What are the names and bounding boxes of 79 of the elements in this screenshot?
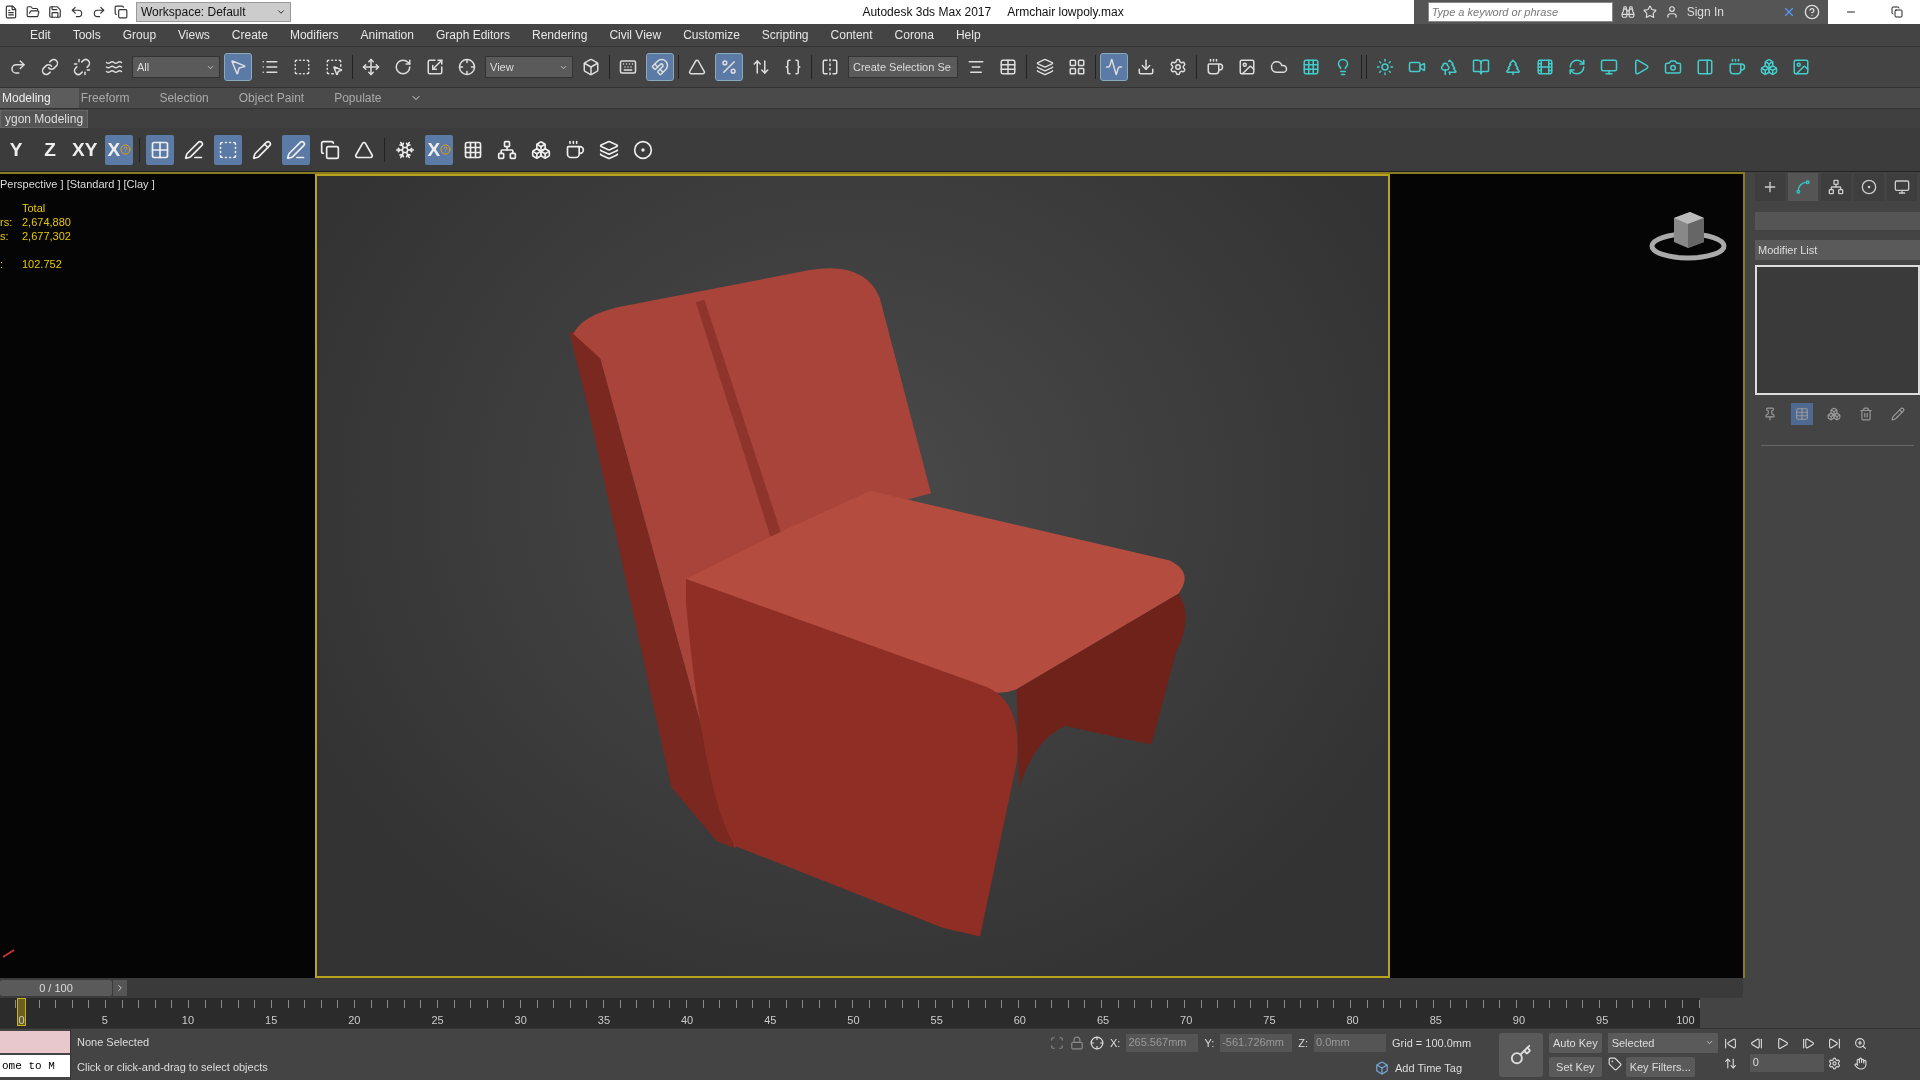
frame-field[interactable]: 0 <box>1749 1054 1824 1072</box>
listener-field[interactable]: ome to M <box>0 1055 70 1077</box>
ribbon-tab[interactable]: Modeling <box>0 88 79 108</box>
frame-number: 90 <box>1511 1014 1527 1026</box>
frame-number: 60 <box>1012 1014 1027 1026</box>
track-bar[interactable]: 0 5 10 15 20 25 30 35 40 45 50 55 60 65 70 75 80 85 90 95 100 <box>0 998 1700 1028</box>
coord-label: Y: <box>1204 1036 1215 1049</box>
grid-size: Grid = 100.0mm <box>1392 1036 1472 1049</box>
modifier-list-dropdown[interactable]: Modifier List <box>1755 240 1920 260</box>
menu-item[interactable]: Views <box>168 28 222 42</box>
frame-number: 25 <box>430 1014 445 1026</box>
frame-number: 75 <box>1262 1014 1277 1026</box>
frame-number: 70 <box>1179 1014 1194 1026</box>
frame-number: 65 <box>1095 1014 1111 1026</box>
ribbon-tab[interactable]: Freeform <box>78 88 158 108</box>
frame-number: 45 <box>763 1014 778 1026</box>
prompt-text: Click or click-and-drag to select objects <box>77 1061 269 1074</box>
toolbar-dropdown[interactable]: View <box>485 56 573 78</box>
add-time-tag[interactable]: Add Time Tag <box>1395 1062 1463 1075</box>
menu-item[interactable]: Civil View <box>599 28 674 42</box>
auto-key-button[interactable]: Auto Key <box>1549 1032 1602 1053</box>
frame-number: 50 <box>846 1014 861 1026</box>
frame-number: 0 <box>17 1014 26 1026</box>
stat-label: : <box>0 258 5 270</box>
toolbar-dropdown[interactable]: Create Selection Se <box>848 56 958 78</box>
menu-item[interactable]: Modifiers <box>279 28 351 42</box>
menu-item[interactable]: Rendering <box>522 28 600 42</box>
menu-item[interactable]: Customize <box>673 28 752 42</box>
frame-number: 85 <box>1428 1014 1443 1026</box>
axis-button[interactable]: X <box>105 134 134 165</box>
frame-number: 15 <box>264 1014 279 1026</box>
frame-number: 55 <box>929 1014 944 1026</box>
menu-item[interactable]: Corona <box>884 28 946 42</box>
sign-in-link[interactable]: Sign In <box>1686 5 1724 19</box>
search-field[interactable]: Type a keyword or phrase <box>1427 2 1613 22</box>
menu-item[interactable]: Group <box>112 28 169 42</box>
menu-item[interactable]: Help <box>945 28 993 42</box>
ribbon-panel-title[interactable]: ygon Modeling <box>0 109 89 128</box>
frame-number: 5 <box>100 1014 109 1026</box>
axis-button[interactable]: X <box>425 134 454 165</box>
workspace-dropdown[interactable]: Workspace: Default <box>136 2 291 22</box>
menu-item[interactable]: Tools <box>62 28 113 42</box>
app-title: Autodesk 3ds Max 2017 <box>862 5 992 19</box>
stat-value: 2,677,302 <box>22 230 72 242</box>
stat-label: rs: <box>0 216 14 228</box>
frame-number: 80 <box>1345 1014 1360 1026</box>
file-title: Armchair lowpoly.max <box>1007 5 1124 19</box>
frame-number: 100 <box>1675 1014 1696 1026</box>
menu-item[interactable]: Scripting <box>751 28 821 42</box>
menu-item[interactable]: Edit <box>20 28 63 42</box>
menu-item[interactable]: Animation <box>350 28 426 42</box>
stat-value: 102.752 <box>22 258 63 270</box>
frame-number: 40 <box>679 1014 695 1026</box>
stat-value: 2,674,880 <box>22 216 72 228</box>
axis-button[interactable]: Z <box>36 134 64 165</box>
set-key-button[interactable]: Set Key <box>1549 1056 1602 1077</box>
key-mode-dropdown[interactable]: Selected <box>1607 1032 1718 1053</box>
coord-label: Z: <box>1298 1036 1308 1049</box>
frame-counter[interactable]: 0 / 100 <box>0 980 112 996</box>
menu-item[interactable]: Graph Editors <box>425 28 522 42</box>
ribbon-tab[interactable]: Populate <box>332 88 410 108</box>
key-filters-button[interactable]: Key Filters... <box>1625 1056 1695 1077</box>
frame-number: 95 <box>1595 1014 1610 1026</box>
frame-number: 10 <box>180 1014 196 1026</box>
stats-header: Total <box>22 202 47 214</box>
frame-number: 20 <box>347 1014 362 1026</box>
toolbar-dropdown[interactable]: All <box>132 56 220 78</box>
ribbon-tab[interactable]: Object Paint <box>236 88 333 108</box>
ribbon-tab[interactable]: Selection <box>157 88 237 108</box>
menu-item[interactable]: Create <box>221 28 280 42</box>
axis-button[interactable]: Y <box>2 134 30 165</box>
frame-number: 30 <box>513 1014 528 1026</box>
coord-label: X: <box>1110 1036 1121 1049</box>
viewport-label[interactable]: Perspective ] [Standard ] [Clay ] <box>0 178 315 190</box>
stat-label: s: <box>0 230 10 242</box>
menu-item[interactable]: Content <box>820 28 885 42</box>
axis-button[interactable]: XY <box>70 134 100 165</box>
frame-number: 35 <box>596 1014 612 1026</box>
selection-status: None Selected <box>77 1035 151 1048</box>
